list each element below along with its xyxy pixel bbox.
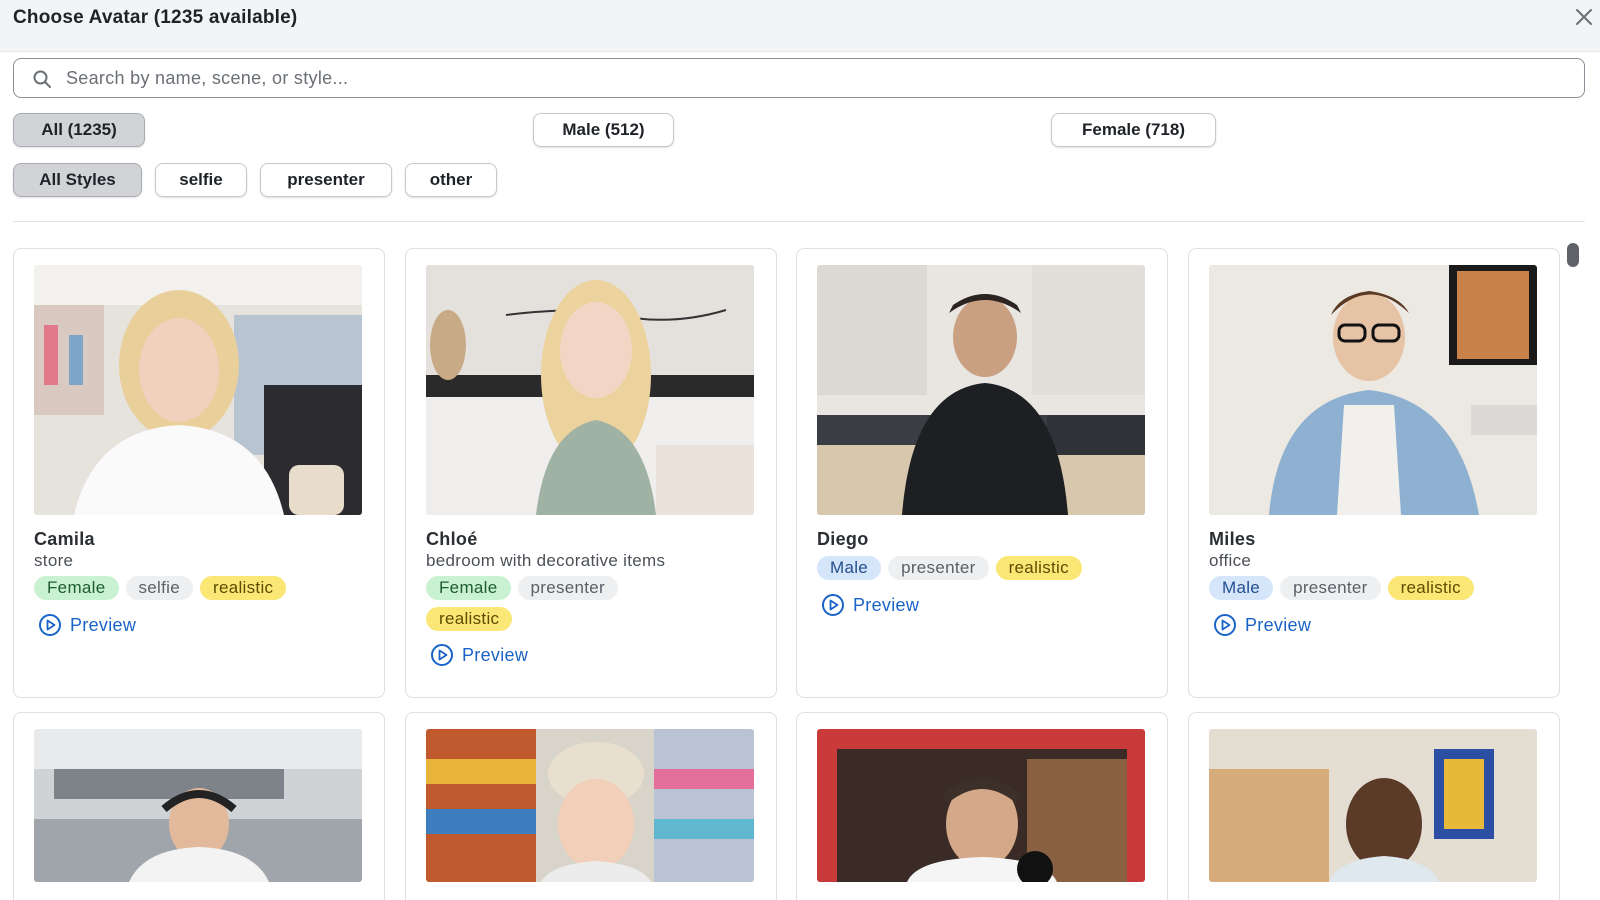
- preview-label: Preview: [1245, 614, 1312, 635]
- tag-style: presenter: [1280, 576, 1381, 600]
- avatar-card-miles[interactable]: Miles office Male presenter realistic Pr…: [1188, 248, 1560, 698]
- avatar-thumbnail[interactable]: [34, 729, 362, 882]
- tag-gender: Female: [426, 576, 511, 600]
- avatar-scene: bedroom with decorative items: [426, 551, 666, 570]
- filter-presenter[interactable]: presenter: [260, 163, 392, 197]
- tag-gender: Male: [817, 556, 882, 580]
- tag-look: realistic: [200, 576, 287, 600]
- preview-button[interactable]: Preview: [821, 593, 919, 617]
- filter-male[interactable]: Male (512): [533, 113, 674, 147]
- avatar-thumbnail[interactable]: [1209, 729, 1537, 882]
- avatar-thumbnail[interactable]: [817, 729, 1145, 882]
- avatar-tags: Female presenter realistic: [426, 576, 666, 631]
- avatar-tags: Female selfie realistic: [34, 576, 374, 600]
- tag-gender: Male: [1209, 576, 1274, 600]
- avatar-thumbnail[interactable]: [426, 265, 754, 515]
- search-input[interactable]: [66, 63, 1566, 93]
- preview-button[interactable]: Preview: [1213, 613, 1311, 637]
- preview-label: Preview: [853, 594, 920, 615]
- avatar-card[interactable]: [1188, 712, 1560, 900]
- avatar-thumbnail[interactable]: [817, 265, 1145, 515]
- filter-other[interactable]: other: [405, 163, 497, 197]
- tag-style: presenter: [888, 556, 989, 580]
- play-circle-icon: [39, 614, 61, 636]
- preview-button[interactable]: Preview: [38, 613, 136, 637]
- tag-look: realistic: [1387, 576, 1474, 600]
- search-box: [13, 58, 1585, 98]
- dialog-title: Choose Avatar (1235 available): [13, 7, 298, 28]
- filter-selfie[interactable]: selfie: [155, 163, 247, 197]
- avatar-card-chloe[interactable]: Chloé bedroom with decorative items Fema…: [405, 248, 777, 698]
- play-circle-icon: [431, 644, 453, 666]
- avatar-tags: Male presenter realistic: [817, 556, 1157, 580]
- avatar-name: Camila: [34, 529, 95, 549]
- filter-all-styles[interactable]: All Styles: [13, 163, 142, 197]
- filter-divider: [13, 221, 1585, 222]
- avatar-thumbnail[interactable]: [426, 729, 754, 882]
- tag-gender: Female: [34, 576, 119, 600]
- dialog-header: Choose Avatar (1235 available): [0, 0, 1600, 52]
- preview-label: Preview: [70, 614, 137, 635]
- preview-button[interactable]: Preview: [430, 643, 528, 667]
- avatar-scene: office: [1209, 551, 1252, 570]
- avatar-card[interactable]: [13, 712, 385, 900]
- avatar-scene: store: [34, 551, 74, 570]
- tag-look: realistic: [995, 556, 1082, 580]
- avatar-tags: Male presenter realistic: [1209, 576, 1549, 600]
- filter-all-genders[interactable]: All (1235): [13, 113, 145, 147]
- avatar-card-diego[interactable]: Diego Male presenter realistic Preview: [796, 248, 1168, 698]
- avatar-card[interactable]: [796, 712, 1168, 900]
- avatar-thumbnail[interactable]: [1209, 265, 1537, 515]
- preview-label: Preview: [462, 644, 529, 665]
- tag-style: presenter: [517, 576, 619, 600]
- avatar-name: Diego: [817, 529, 869, 549]
- play-circle-icon: [1214, 614, 1236, 636]
- avatar-name: Chloé: [426, 529, 478, 549]
- avatar-name: Miles: [1209, 529, 1256, 549]
- avatar-thumbnail[interactable]: [34, 265, 362, 515]
- tag-style: selfie: [125, 576, 193, 600]
- avatar-card-camila[interactable]: Camila store Female selfie realistic Pre…: [13, 248, 385, 698]
- filter-female[interactable]: Female (718): [1051, 113, 1216, 147]
- search-icon: [32, 69, 52, 89]
- close-icon[interactable]: [1572, 5, 1596, 29]
- avatar-card[interactable]: [405, 712, 777, 900]
- scrollbar-thumb[interactable]: [1567, 243, 1579, 267]
- tag-look: realistic: [426, 607, 513, 631]
- play-circle-icon: [822, 594, 844, 616]
